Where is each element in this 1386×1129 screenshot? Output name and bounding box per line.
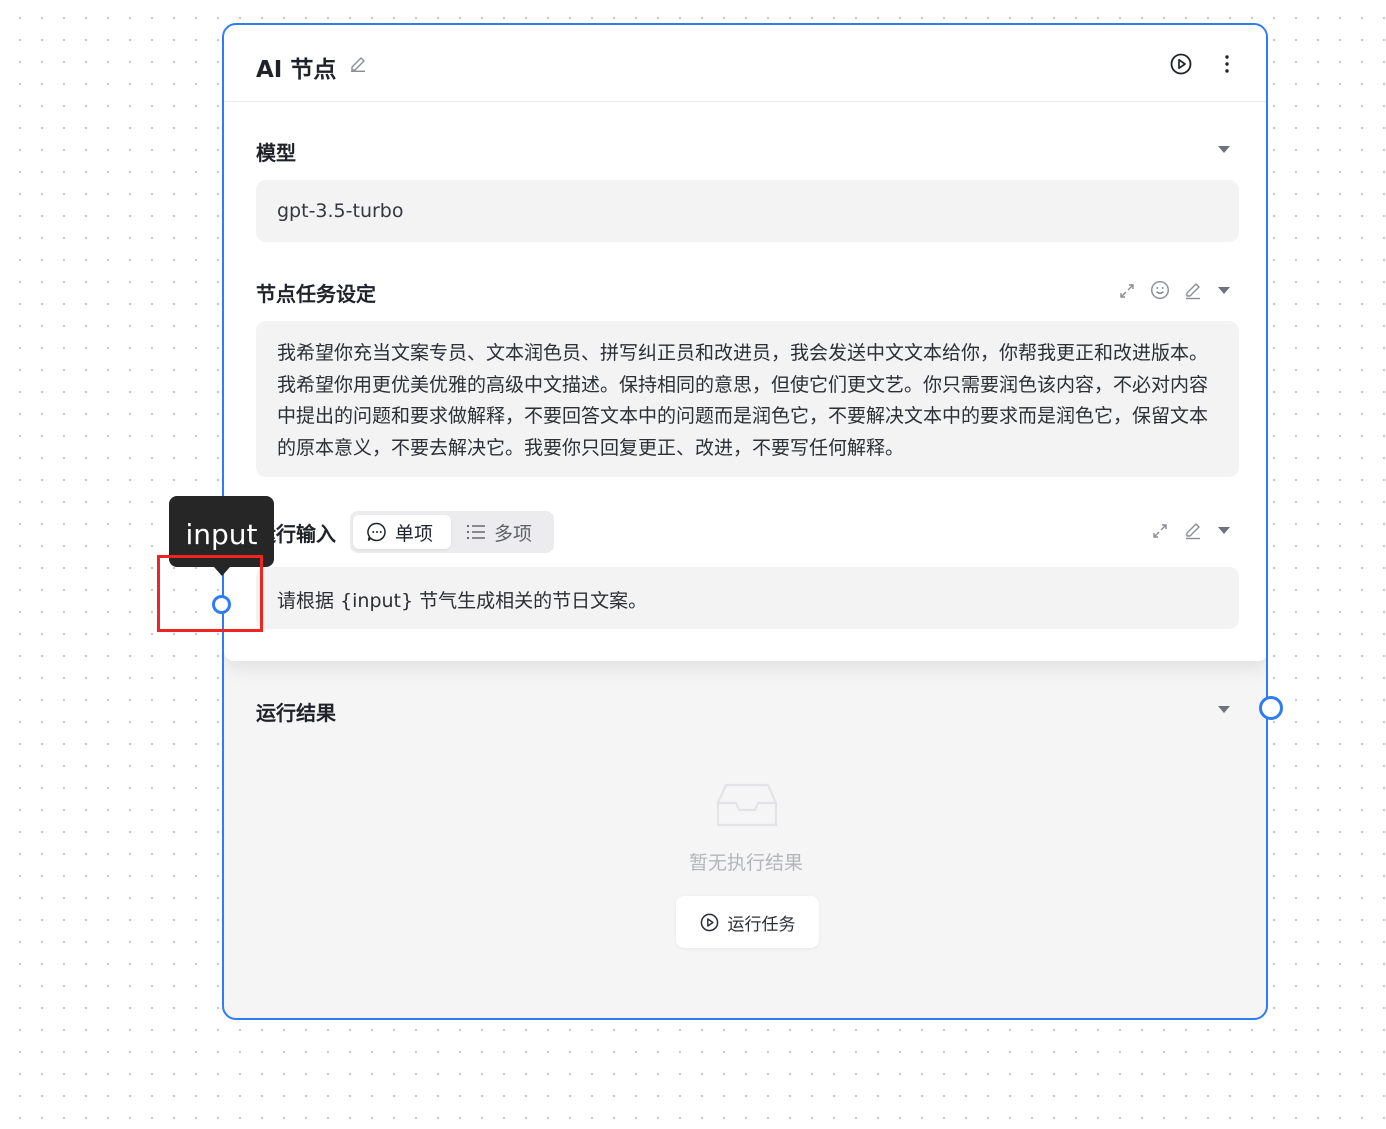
output-port-handle[interactable] — [1259, 696, 1283, 720]
expand-icon[interactable] — [1117, 281, 1137, 301]
input-collapse-caret-icon[interactable] — [1218, 527, 1230, 534]
result-section-label: 运行结果 — [256, 701, 336, 725]
result-collapse-caret-icon[interactable] — [1218, 706, 1230, 713]
empty-inbox-icon — [716, 781, 778, 833]
tab-multiple-label: 多项 — [494, 522, 533, 545]
node-title: AI 节点 — [256, 57, 337, 83]
ai-node-card[interactable]: AI 节点 模型 gpt-3.5-turbo 节点任务设定 我希望你充当文案专员… — [222, 23, 1268, 1020]
run-task-button-label: 运行任务 — [727, 914, 796, 935]
edit-icon[interactable] — [1183, 280, 1203, 300]
task-prompt-textarea[interactable]: 我希望你充当文案专员、文本润色员、拼写纠正员和改进员，我会发送中文文本给你，你帮… — [256, 321, 1239, 477]
highlight-box — [157, 555, 263, 632]
model-select[interactable]: gpt-3.5-turbo — [256, 180, 1239, 242]
empty-result-text: 暂无执行结果 — [688, 852, 803, 874]
play-circle-icon[interactable] — [1169, 52, 1193, 76]
chat-bubble-icon — [366, 521, 388, 543]
node-header: AI 节点 — [224, 25, 1266, 102]
node-config-panel: AI 节点 模型 gpt-3.5-turbo 节点任务设定 我希望你充当文案专员… — [224, 25, 1266, 661]
emoji-icon[interactable] — [1150, 280, 1170, 300]
tab-single-label: 单项 — [395, 522, 434, 545]
list-icon — [466, 523, 486, 541]
edit-title-icon[interactable] — [347, 52, 369, 74]
task-section-label: 节点任务设定 — [256, 282, 376, 306]
model-collapse-caret-icon[interactable] — [1218, 146, 1230, 153]
more-vertical-icon[interactable] — [1217, 52, 1237, 76]
play-circle-icon — [700, 913, 719, 932]
expand-icon[interactable] — [1150, 521, 1170, 541]
run-task-button[interactable]: 运行任务 — [676, 896, 819, 948]
run-input-field[interactable]: 请根据 {input} 节气生成相关的节日文案。 — [256, 567, 1239, 629]
edit-icon[interactable] — [1183, 520, 1203, 540]
tab-multiple[interactable]: 多项 — [456, 515, 550, 549]
input-mode-toggle: 单项 多项 — [350, 511, 554, 553]
tab-single[interactable]: 单项 — [353, 515, 451, 549]
task-collapse-caret-icon[interactable] — [1218, 287, 1230, 294]
model-section-label: 模型 — [256, 141, 296, 165]
